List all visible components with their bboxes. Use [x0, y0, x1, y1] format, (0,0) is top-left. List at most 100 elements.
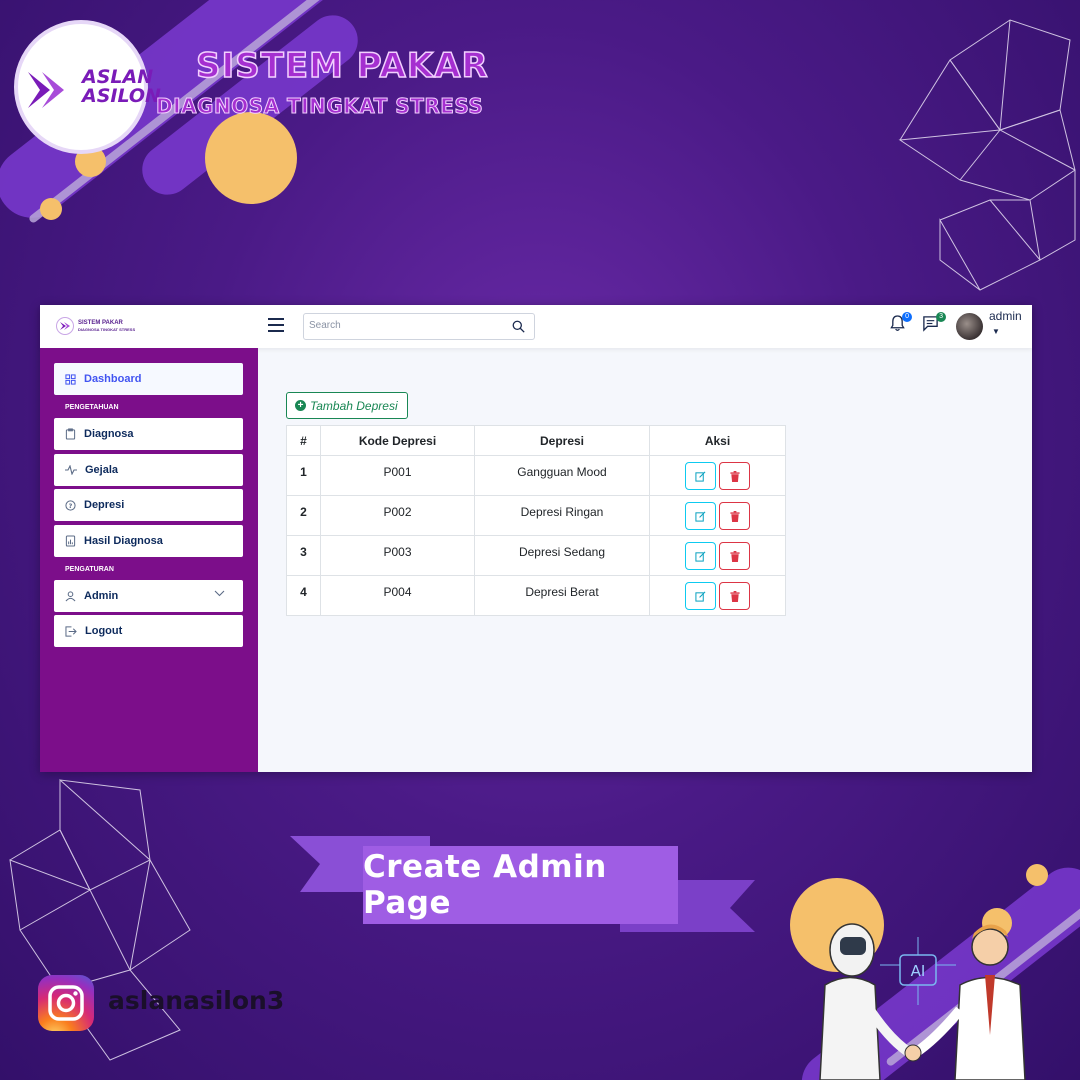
app-window: SISTEM PAKAR DIAGNOSA TINGKAT STRESS 0	[40, 305, 1032, 772]
edit-icon	[695, 551, 706, 562]
depresi-cell: Depresi Sedang	[474, 535, 650, 576]
row-number: 4	[286, 575, 321, 616]
edit-button[interactable]	[685, 502, 716, 530]
instagram-glyph	[48, 985, 84, 1021]
sidebar-item-label: Gejala	[85, 464, 119, 476]
arrow-logo-icon	[28, 72, 64, 108]
brand-title: SISTEM PAKAR	[195, 45, 489, 87]
trash-icon	[729, 470, 740, 482]
yellow-dot	[40, 198, 62, 220]
table-row: 3 P003 Depresi Sedang	[286, 535, 786, 576]
person-icon	[65, 590, 76, 601]
trash-icon	[729, 550, 740, 562]
notifications-button[interactable]: 0	[890, 312, 912, 337]
delete-button[interactable]	[719, 582, 750, 610]
brand-subtitle: DIAGNOSA TINGKAT STRESS	[155, 94, 484, 119]
table-row: 1 P001 Gangguan Mood	[286, 455, 786, 496]
topbar-logo[interactable]: SISTEM PAKAR DIAGNOSA TINGKAT STRESS	[56, 317, 135, 335]
sidebar-item-gejala[interactable]: Gejala	[54, 454, 243, 486]
sidebar-item-depresi[interactable]: ? Depresi	[54, 489, 243, 521]
messages-count-badge: 3	[936, 312, 946, 322]
depresi-cell: Depresi Ringan	[474, 495, 650, 536]
sidebar: Dashboard PENGETAHUAN Diagnosa Gejala ? …	[40, 348, 258, 772]
network-decoration	[898, 19, 1076, 291]
edit-icon	[695, 591, 706, 602]
brand-logo: ASLAN ASILON	[14, 20, 161, 154]
robot-human-handshake-illustration: AI	[819, 923, 1026, 1080]
actions-cell	[649, 455, 786, 496]
box-arrow-right-icon	[65, 625, 77, 637]
column-header: #	[286, 425, 321, 456]
mini-logo-title: SISTEM PAKAR	[78, 320, 123, 326]
messages-button[interactable]: 3	[922, 312, 946, 337]
sidebar-item-dashboard[interactable]: Dashboard	[54, 363, 243, 395]
network-decoration	[9, 778, 191, 1061]
edit-button[interactable]	[685, 462, 716, 490]
sidebar-item-label: Logout	[85, 625, 123, 637]
search-box	[303, 313, 535, 340]
row-number: 1	[286, 455, 321, 496]
question-circle-icon: ?	[65, 499, 76, 511]
yellow-circle	[205, 112, 297, 204]
column-header: Kode Depresi	[320, 425, 475, 456]
section-heading-settings: PENGATURAN	[65, 566, 114, 573]
bar-chart-icon	[65, 535, 76, 547]
yellow-dot	[1026, 864, 1048, 886]
mini-logo-subtitle: DIAGNOSA TINGKAT STRESS	[78, 327, 136, 332]
activity-icon	[65, 465, 77, 475]
chevron-down-icon[interactable]	[214, 590, 225, 597]
sidebar-item-logout[interactable]: Logout	[54, 615, 243, 647]
sidebar-item-label: Hasil Diagnosa	[84, 535, 163, 547]
delete-button[interactable]	[719, 502, 750, 530]
table-row: 4 P004 Depresi Berat	[286, 575, 786, 616]
delete-button[interactable]	[719, 462, 750, 490]
plus-circle-icon: +	[295, 400, 306, 411]
sidebar-item-label: Diagnosa	[84, 428, 134, 440]
search-input[interactable]	[309, 320, 499, 331]
arrow-logo-icon	[60, 322, 70, 330]
logo-line2: ASILON	[82, 85, 161, 107]
depresi-cell: Gangguan Mood	[474, 455, 650, 496]
table-row: 2 P002 Depresi Ringan	[286, 495, 786, 536]
edit-button[interactable]	[685, 542, 716, 570]
actions-cell	[649, 495, 786, 536]
svg-text:?: ?	[69, 501, 73, 509]
user-name[interactable]: admin	[989, 309, 1022, 323]
depresi-cell: Depresi Berat	[474, 575, 650, 616]
topbar: SISTEM PAKAR DIAGNOSA TINGKAT STRESS 0	[40, 305, 1032, 348]
sidebar-item-label: Dashboard	[84, 373, 142, 385]
sidebar-item-diagnosa[interactable]: Diagnosa	[54, 418, 243, 450]
notifications-count-badge: 0	[902, 312, 912, 322]
caret-down-icon[interactable]: ▼	[992, 327, 1000, 336]
row-number: 3	[286, 535, 321, 576]
actions-cell	[649, 535, 786, 576]
sidebar-item-hasil-diagnosa[interactable]: Hasil Diagnosa	[54, 525, 243, 557]
clipboard-icon	[65, 428, 76, 440]
depresi-table: # Kode Depresi Depresi Aksi 1 P001 Gangg…	[286, 425, 786, 616]
cta-banner: Create Admin Page	[363, 846, 678, 924]
add-depresi-button[interactable]: + Tambah Depresi	[286, 392, 408, 419]
kode-cell: P003	[320, 535, 475, 576]
sidebar-item-label: Admin	[84, 590, 119, 602]
sidebar-item-admin[interactable]: Admin	[54, 580, 243, 612]
instagram-icon[interactable]	[38, 975, 94, 1031]
grid-icon	[65, 373, 76, 385]
mini-logo-badge	[56, 317, 74, 335]
avatar[interactable]	[956, 313, 983, 340]
trash-icon	[729, 590, 740, 602]
sidebar-item-label: Depresi	[84, 499, 125, 511]
actions-cell	[649, 575, 786, 616]
kode-cell: P004	[320, 575, 475, 616]
menu-toggle-icon[interactable]	[268, 318, 284, 332]
ai-chip-label: AI	[911, 962, 926, 980]
row-number: 2	[286, 495, 321, 536]
edit-button[interactable]	[685, 582, 716, 610]
trash-icon	[729, 510, 740, 522]
search-icon[interactable]	[512, 320, 525, 333]
delete-button[interactable]	[719, 542, 750, 570]
instagram-handle[interactable]: aslanasilon3	[108, 986, 284, 1015]
column-header: Aksi	[649, 425, 786, 456]
column-header: Depresi	[474, 425, 650, 456]
section-heading-knowledge: PENGETAHUAN	[65, 404, 119, 411]
kode-cell: P002	[320, 495, 475, 536]
